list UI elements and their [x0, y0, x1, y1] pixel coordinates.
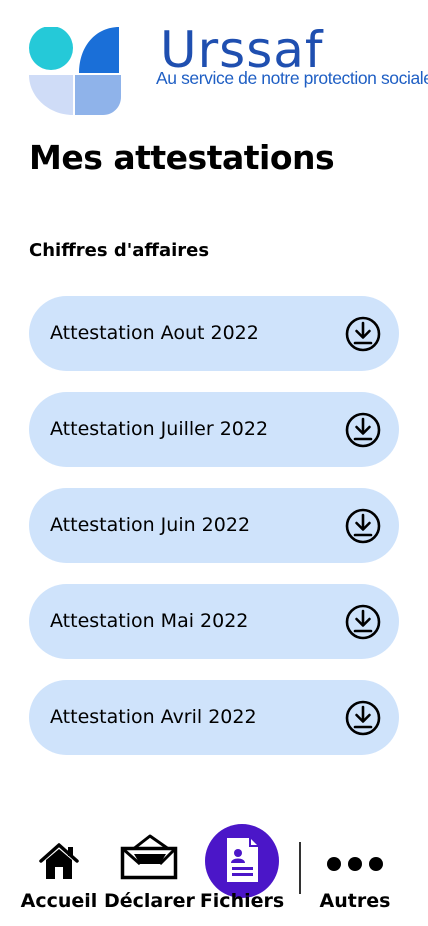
download-icon[interactable]: [345, 412, 381, 448]
nav-divider: [299, 842, 301, 894]
attestation-label: Attestation Avril 2022: [50, 706, 257, 728]
section-title: Chiffres d'affaires: [29, 240, 210, 261]
nav-fichiers-label: Fichiers: [199, 890, 285, 912]
attestation-item[interactable]: Attestation Avril 2022: [29, 680, 399, 755]
attestation-label: Attestation Mai 2022: [50, 610, 249, 632]
download-icon[interactable]: [345, 700, 381, 736]
envelope-icon: [120, 834, 178, 880]
nav-accueil-label: Accueil: [20, 890, 98, 912]
attestation-item[interactable]: Attestation Aout 2022: [29, 296, 399, 371]
download-icon[interactable]: [345, 316, 381, 352]
attestation-label: Attestation Juiller 2022: [50, 418, 269, 440]
nav-autres-label: Autres: [319, 890, 391, 912]
nav-declarer[interactable]: Déclarer: [104, 820, 195, 920]
attestation-item[interactable]: Attestation Mai 2022: [29, 584, 399, 659]
nav-declarer-label: Déclarer: [104, 890, 195, 912]
page-title: Mes attestations: [29, 138, 335, 177]
attestation-item[interactable]: Attestation Juiller 2022: [29, 392, 399, 467]
download-icon[interactable]: [345, 604, 381, 640]
home-icon: [39, 843, 79, 879]
brand-tagline: Au service de notre protection sociale: [156, 68, 428, 88]
attestation-list: Attestation Aout 2022 Attestation Juille…: [29, 296, 399, 776]
nav-accueil[interactable]: Accueil: [16, 820, 102, 920]
more-icon: [327, 857, 383, 871]
bottom-nav: Accueil Déclarer Fichiers Autres: [0, 820, 428, 926]
attestation-item[interactable]: Attestation Juin 2022: [29, 488, 399, 563]
nav-autres[interactable]: Autres: [312, 820, 398, 920]
download-icon[interactable]: [345, 508, 381, 544]
attestation-label: Attestation Aout 2022: [50, 322, 259, 344]
document-icon: [205, 824, 279, 898]
attestation-label: Attestation Juin 2022: [50, 514, 251, 536]
urssaf-logo: [29, 27, 121, 115]
nav-fichiers[interactable]: Fichiers: [198, 820, 286, 920]
